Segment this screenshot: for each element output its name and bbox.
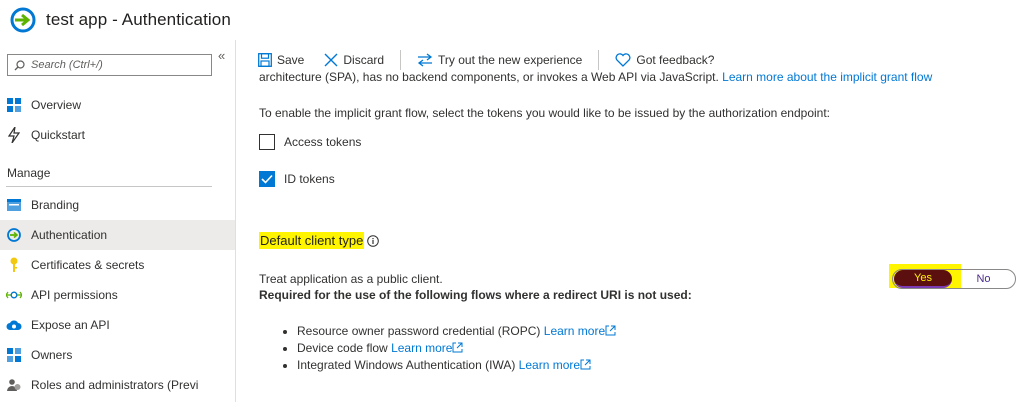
branding-icon: [6, 197, 22, 213]
public-client-requirement: Required for the use of the following fl…: [259, 288, 692, 302]
sidebar-section-manage: Manage: [7, 166, 51, 180]
list-item: Resource owner password credential (ROPC…: [297, 323, 616, 340]
app-authentication-logo-icon: [10, 7, 36, 33]
public-client-label: Treat application as a public client.: [259, 272, 443, 286]
id-tokens-option[interactable]: ID tokens: [259, 171, 335, 187]
search-icon: [14, 59, 25, 70]
implicit-grant-instructions: To enable the implicit grant flow, selec…: [259, 106, 831, 120]
sidebar-item-label: Branding: [31, 198, 80, 212]
close-icon: [324, 53, 338, 67]
flows-list: Resource owner password credential (ROPC…: [259, 323, 616, 374]
toggle-yes-option[interactable]: Yes: [894, 270, 952, 288]
discard-button[interactable]: Discard: [324, 53, 384, 67]
sidebar-item-branding[interactable]: Branding: [0, 190, 235, 220]
main-content: architecture (SPA), has no backend compo…: [236, 72, 1024, 402]
checkmark-icon: [261, 174, 273, 184]
sidebar-item-label: API permissions: [31, 288, 118, 302]
page-title: test app - Authentication: [46, 10, 231, 29]
toggle-no-option[interactable]: No: [952, 270, 1015, 288]
sidebar-item-label: Roles and administrators (Previ: [31, 378, 199, 392]
lightning-icon: [6, 127, 22, 143]
sidebar-item-label: Overview: [31, 98, 82, 112]
switch-arrows-icon: [417, 53, 433, 67]
sidebar-item-roles-administrators[interactable]: Roles and administrators (Previ: [0, 370, 235, 400]
list-item: Integrated Windows Authentication (IWA) …: [297, 357, 616, 374]
api-permissions-icon: [6, 287, 22, 303]
feedback-button[interactable]: Got feedback?: [615, 53, 714, 67]
info-icon[interactable]: [367, 234, 380, 247]
sidebar-search-box[interactable]: [7, 54, 212, 76]
external-link-icon: [605, 325, 616, 336]
implicit-grant-learn-more-link[interactable]: Learn more about the implicit grant flow: [722, 72, 932, 84]
sidebar-item-quickstart[interactable]: Quickstart: [0, 120, 235, 150]
list-item: Device code flow Learn more: [297, 340, 616, 357]
sidebar: « Overview Quickstart Manage Branding Au…: [0, 40, 236, 402]
grid-icon: [6, 97, 22, 113]
sidebar-item-authentication[interactable]: Authentication: [0, 220, 235, 250]
iwa-learn-more-link[interactable]: Learn more: [519, 358, 591, 372]
sidebar-item-label: Authentication: [31, 228, 108, 242]
access-tokens-checkbox[interactable]: [259, 134, 275, 150]
sidebar-item-owners[interactable]: Owners: [0, 340, 235, 370]
access-tokens-option[interactable]: Access tokens: [259, 134, 361, 150]
key-icon: [6, 257, 22, 273]
toolbar-separator: [598, 50, 600, 70]
toolbar-separator: [400, 50, 402, 70]
sidebar-item-label: Owners: [31, 348, 73, 362]
sidebar-item-label: Expose an API: [31, 318, 110, 332]
id-tokens-checkbox[interactable]: [259, 171, 275, 187]
sidebar-item-expose-an-api[interactable]: Expose an API: [0, 310, 235, 340]
sidebar-item-overview[interactable]: Overview: [0, 90, 235, 120]
implicit-grant-description: architecture (SPA), has no backend compo…: [259, 72, 933, 84]
default-client-type-heading: Default client type: [259, 232, 380, 249]
external-link-icon: [580, 359, 591, 370]
cloud-icon: [6, 317, 22, 333]
search-input[interactable]: [29, 58, 209, 72]
collapse-sidebar-icon[interactable]: «: [218, 48, 225, 63]
save-icon: [258, 53, 272, 67]
sidebar-divider: [6, 186, 212, 187]
heart-icon: [615, 53, 631, 67]
owners-icon: [6, 347, 22, 363]
try-new-experience-button[interactable]: Try out the new experience: [417, 53, 582, 67]
sidebar-item-certificates-secrets[interactable]: Certificates & secrets: [0, 250, 235, 280]
save-button[interactable]: Save: [258, 53, 304, 67]
roles-icon: [6, 377, 22, 393]
sidebar-item-label: Certificates & secrets: [31, 258, 145, 272]
sidebar-item-label: Quickstart: [31, 128, 86, 142]
public-client-toggle[interactable]: Yes No: [892, 269, 1016, 289]
sidebar-item-api-permissions[interactable]: API permissions: [0, 280, 235, 310]
title-bar: test app - Authentication: [0, 0, 1024, 40]
authentication-icon: [6, 227, 22, 243]
external-link-icon: [452, 342, 463, 353]
ropc-learn-more-link[interactable]: Learn more: [544, 324, 616, 338]
section-title-text: Default client type: [259, 232, 365, 249]
device-code-learn-more-link[interactable]: Learn more: [391, 341, 463, 355]
